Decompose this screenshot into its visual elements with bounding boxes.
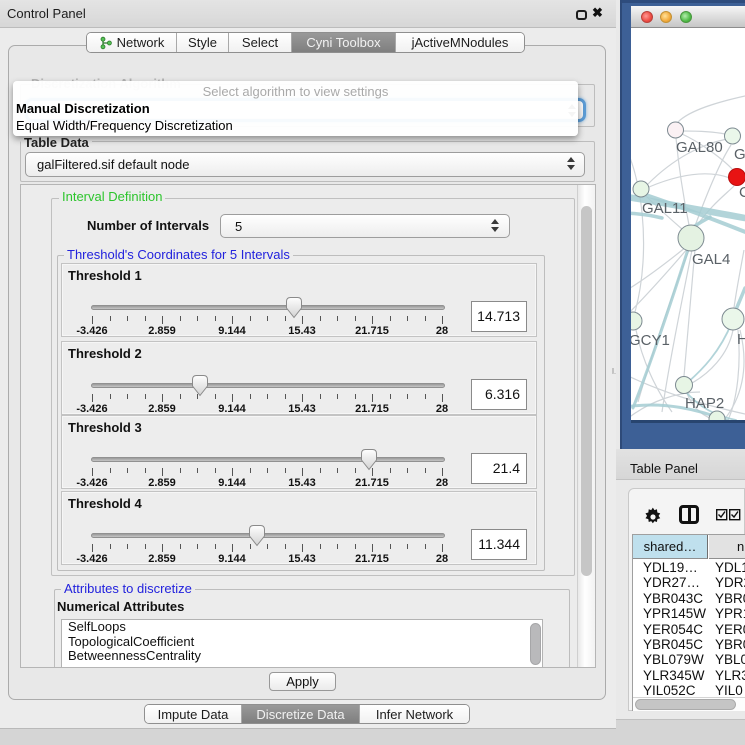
svg-text:GCY1: GCY1 — [631, 332, 670, 349]
svg-text:H: H — [737, 331, 745, 348]
svg-text:GAL11: GAL11 — [642, 200, 688, 217]
svg-text:C: C — [739, 184, 745, 201]
svg-text:GAL80: GAL80 — [676, 139, 723, 156]
svg-text:GA: GA — [734, 146, 745, 163]
svg-text:GAL4: GAL4 — [692, 251, 730, 268]
svg-text:HAP2: HAP2 — [685, 395, 724, 412]
